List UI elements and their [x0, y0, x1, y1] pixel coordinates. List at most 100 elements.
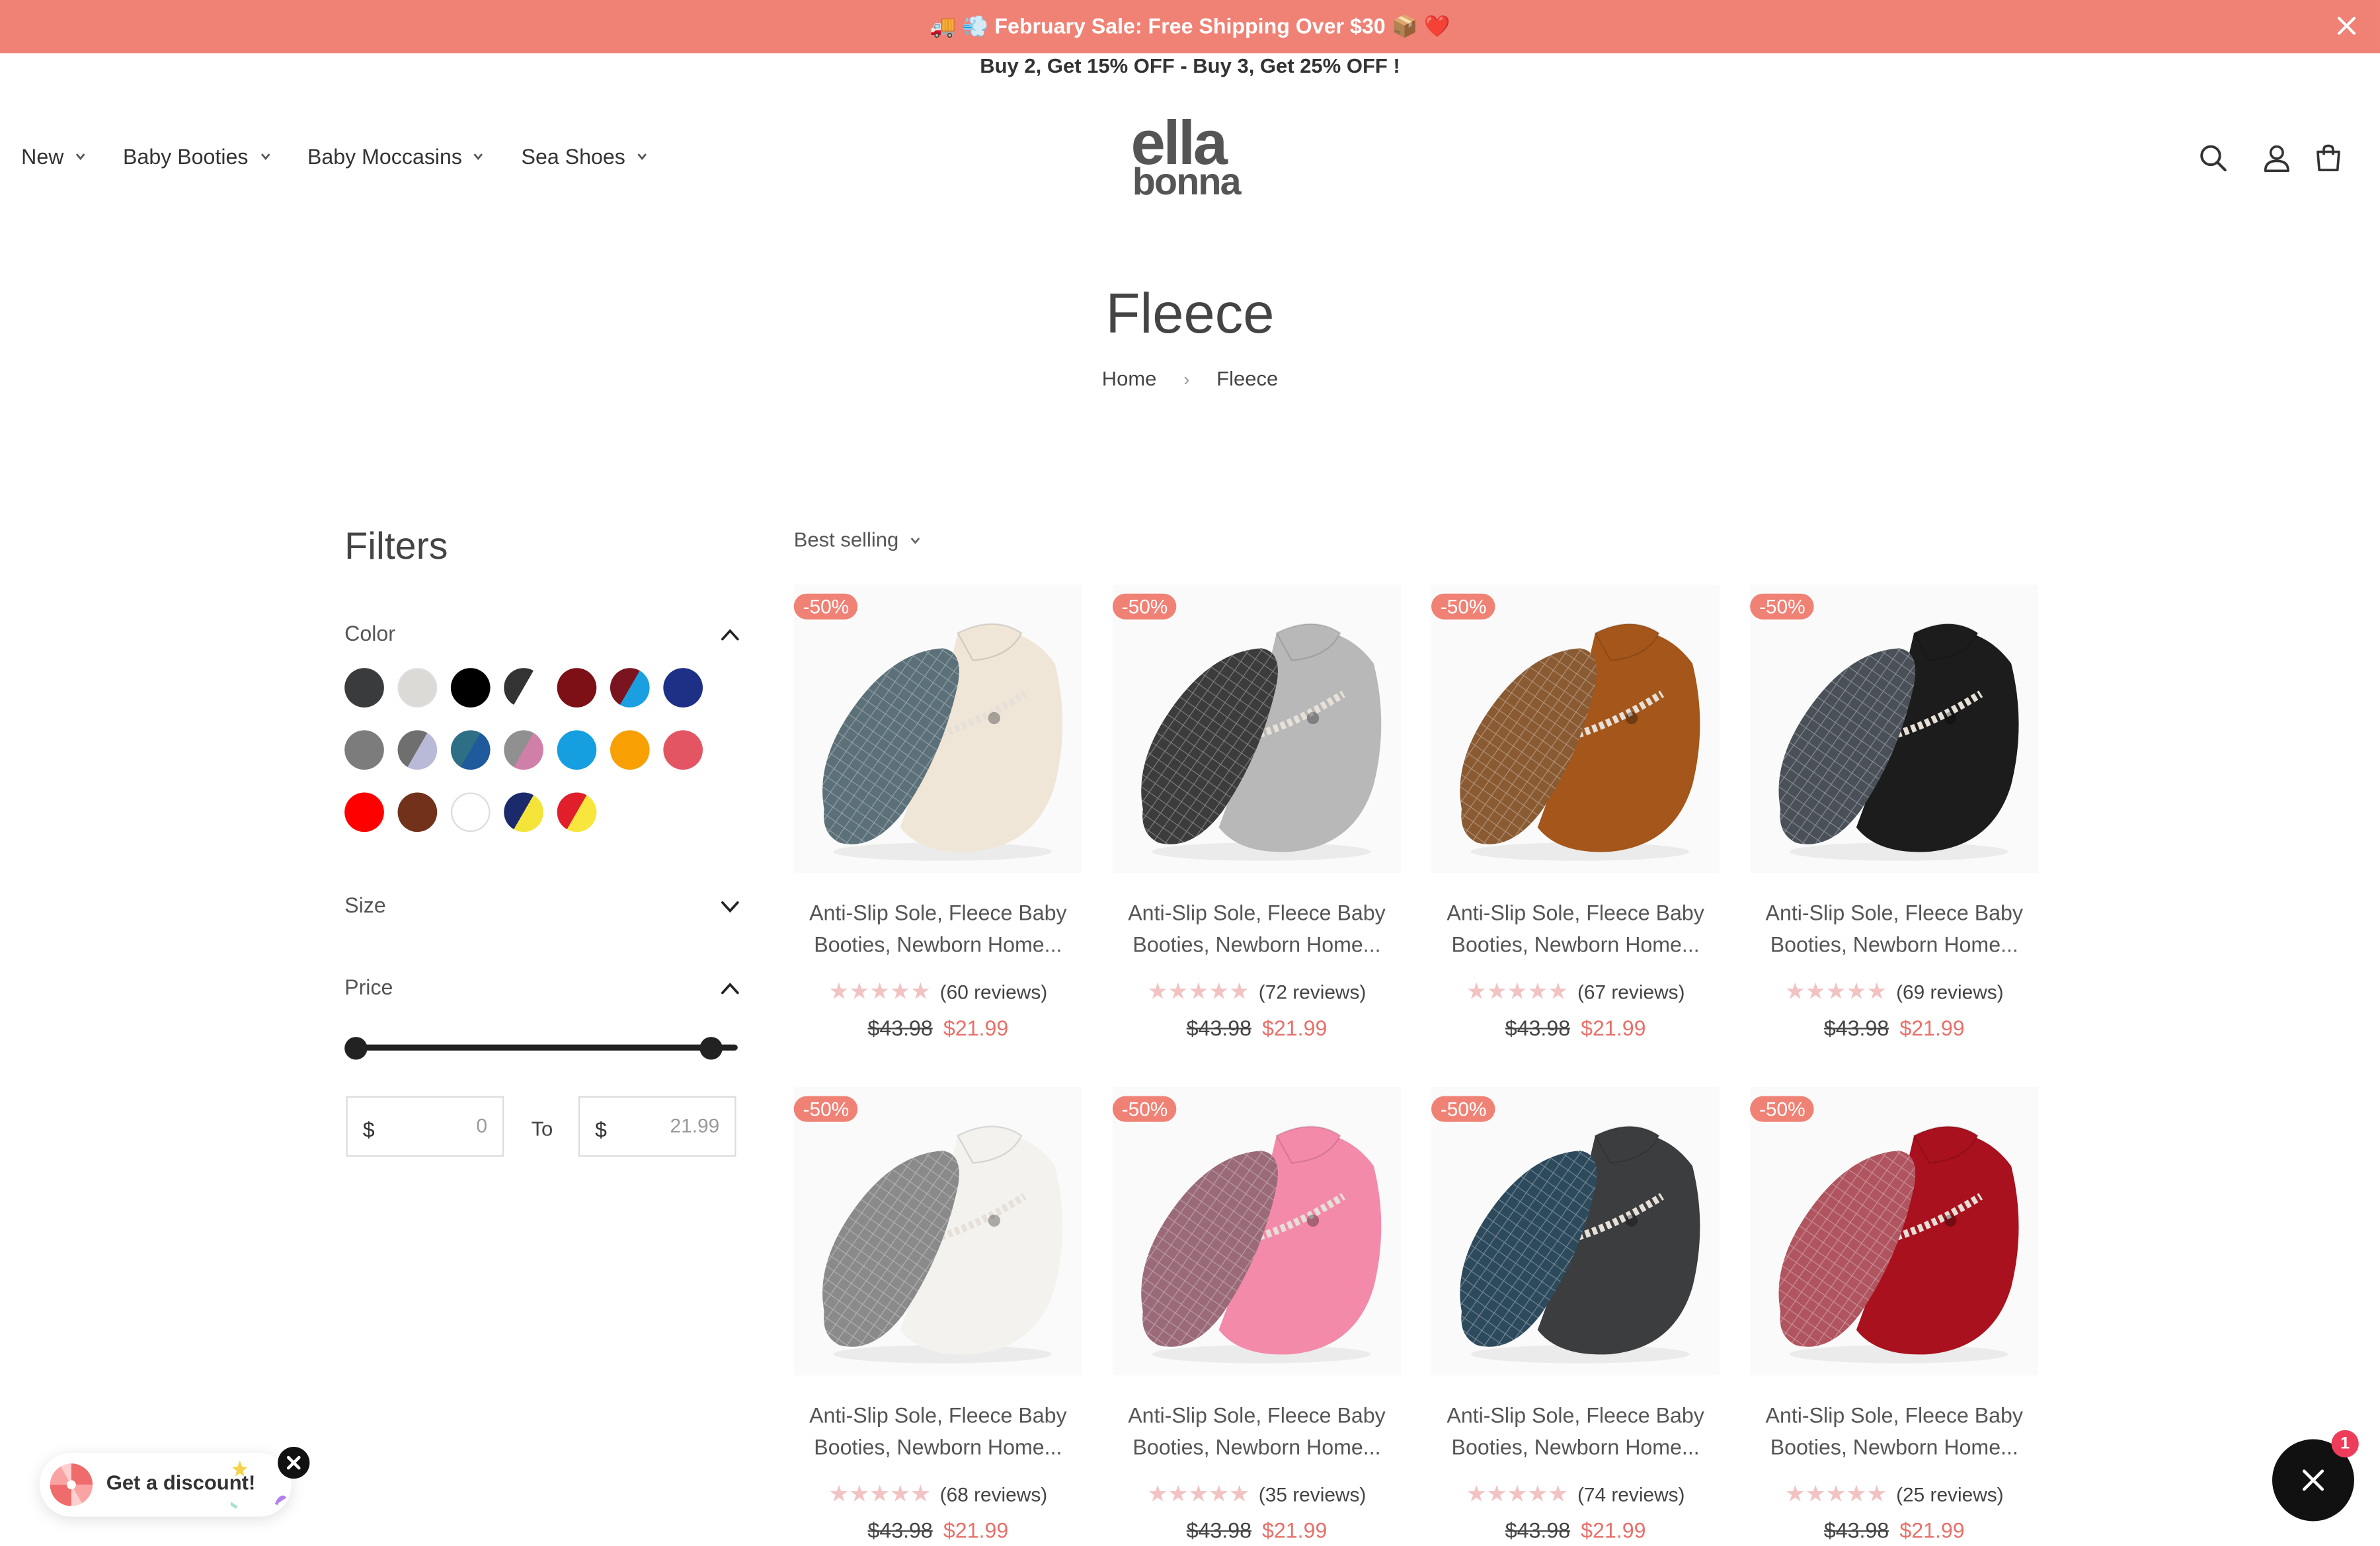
nav-item-baby-moccasins[interactable]: Baby Moccasins: [307, 144, 485, 169]
color-swatch-grey[interactable]: [344, 730, 384, 770]
chevron-down-icon: [910, 536, 920, 544]
sort-dropdown[interactable]: Best selling: [794, 528, 922, 551]
original-price: $43.98: [867, 1015, 933, 1040]
product-name-line2: Booties, Newborn Home...: [1770, 1434, 2018, 1459]
product-card[interactable]: -50% Anti-Slip Sole, Fleece Baby Booties, …: [793, 1086, 1082, 1546]
product-name[interactable]: Anti-Slip Sole, Fleece Baby Booties, Newb…: [794, 897, 1082, 961]
star-rating-icon: ★★★★★: [1466, 1481, 1569, 1508]
product-card[interactable]: -50% Anti-Slip Sole, Fleece Baby Booties, …: [1750, 1086, 2039, 1546]
bootie-illustration: [1460, 623, 1700, 861]
product-image[interactable]: [1431, 1086, 1720, 1376]
discount-badge: -50%: [1750, 1096, 1815, 1122]
page-title: Fleece: [1105, 282, 1275, 345]
star-rating-icon: ★★★★★: [828, 1481, 931, 1508]
color-swatch-grey-lilac[interactable]: [397, 730, 438, 770]
color-swatch-black-white[interactable]: [504, 668, 543, 708]
color-filter-label[interactable]: Color: [344, 621, 395, 645]
price-to-input[interactable]: $ 21.99: [578, 1096, 736, 1157]
color-swatch-burgundy-blue[interactable]: [610, 668, 650, 708]
review-count: (74 reviews): [1577, 1482, 1685, 1506]
sale-price: $21.99: [1262, 1518, 1328, 1543]
breadcrumb-home[interactable]: Home: [1102, 368, 1157, 390]
announcement-bar: 🚚 💨 February Sale: Free Shipping Over $3…: [0, 0, 2380, 54]
nav-item-baby-booties[interactable]: Baby Booties: [123, 144, 271, 169]
product-card[interactable]: -50% Anti-Slip Sole, Fleece Baby Booties, …: [1431, 584, 1720, 1055]
original-price: $43.98: [1186, 1518, 1251, 1543]
color-swatch-navy[interactable]: [663, 668, 703, 708]
color-swatch-pink-grey[interactable]: [504, 730, 543, 770]
bootie-illustration: [822, 623, 1063, 861]
sale-price: $21.99: [1262, 1015, 1328, 1040]
product-card[interactable]: -50% Anti-Slip Sole, Fleece Baby Booties, …: [793, 584, 1082, 1055]
product-image[interactable]: [1431, 584, 1720, 874]
cart-icon[interactable]: [2313, 143, 2344, 173]
review-count: (69 reviews): [1896, 980, 2004, 1003]
color-swatch-sky-blue[interactable]: [557, 730, 597, 770]
breadcrumb-separator: ›: [1183, 368, 1190, 391]
close-icon[interactable]: [2334, 14, 2359, 38]
color-swatch-orange[interactable]: [610, 730, 650, 770]
color-swatch-charcoal[interactable]: [344, 668, 384, 708]
color-swatch-coral[interactable]: [663, 730, 703, 770]
logo[interactable]: ella bonna: [1129, 112, 1257, 204]
product-image[interactable]: [793, 1086, 1082, 1376]
product-name[interactable]: Anti-Slip Sole, Fleece Baby Booties, Newb…: [1113, 1400, 1401, 1463]
chevron-down-icon[interactable]: [719, 896, 740, 917]
chevron-up-icon[interactable]: [719, 624, 740, 645]
price-filter-label[interactable]: Price: [344, 975, 393, 999]
nav-item-sea-shoes[interactable]: Sea Shoes: [522, 144, 649, 169]
product-image[interactable]: [1750, 584, 2039, 874]
color-swatch-red-yellow[interactable]: [557, 792, 597, 833]
nav-item-new[interactable]: New: [21, 144, 87, 169]
product-name[interactable]: Anti-Slip Sole, Fleece Baby Booties, Newb…: [1431, 1400, 1720, 1463]
chevron-up-icon[interactable]: [719, 978, 740, 999]
product-name-line2: Booties, Newborn Home...: [1451, 1434, 1700, 1459]
product-image[interactable]: [793, 584, 1082, 874]
product-name[interactable]: Anti-Slip Sole, Fleece Baby Booties, Newb…: [1113, 897, 1401, 961]
size-filter-label[interactable]: Size: [344, 893, 386, 917]
promo-text: Buy 2, Get 15% OFF - Buy 3, Get 25% OFF …: [980, 54, 1400, 78]
color-swatch-black[interactable]: [450, 668, 491, 708]
product-name-line1: Anti-Slip Sole, Fleece Baby: [809, 1403, 1067, 1428]
sort-label: Best selling: [793, 528, 899, 551]
price-range-max-handle[interactable]: [699, 1037, 723, 1060]
color-swatch-teal-blue[interactable]: [450, 730, 491, 770]
price-from-input[interactable]: $ 0: [346, 1096, 504, 1157]
color-swatch-navy-yellow[interactable]: [504, 792, 543, 833]
original-price: $43.98: [1186, 1015, 1251, 1040]
product-card[interactable]: -50% Anti-Slip Sole, Fleece Baby Booties, …: [1750, 584, 2039, 1055]
product-price: $43.98 $21.99: [794, 1016, 1082, 1040]
color-swatch-white[interactable]: [450, 792, 491, 833]
discount-badge: -50%: [793, 593, 859, 620]
chevron-down-icon: [75, 153, 85, 161]
bootie-illustration: [1460, 1125, 1700, 1363]
product-card[interactable]: -50% Anti-Slip Sole, Fleece Baby Booties, …: [1431, 1086, 1720, 1546]
discount-badge: -50%: [1431, 593, 1496, 620]
price-to-value: 21.99: [670, 1114, 720, 1137]
product-name[interactable]: Anti-Slip Sole, Fleece Baby Booties, Newb…: [1750, 897, 2038, 961]
product-name[interactable]: Anti-Slip Sole, Fleece Baby Booties, Newb…: [794, 1400, 1082, 1463]
discount-widget[interactable]: Get a discount!: [39, 1453, 292, 1517]
product-image[interactable]: [1112, 1086, 1402, 1376]
product-image[interactable]: [1750, 1086, 2039, 1376]
color-swatch-red[interactable]: [344, 792, 384, 833]
sale-price: $21.99: [1899, 1518, 1965, 1543]
product-card[interactable]: -50% Anti-Slip Sole, Fleece Baby Booties, …: [1112, 1086, 1402, 1546]
account-icon[interactable]: [2262, 143, 2292, 173]
color-swatch-burgundy[interactable]: [557, 668, 597, 708]
search-icon[interactable]: [2198, 143, 2228, 173]
discount-close-button[interactable]: [278, 1446, 310, 1479]
chat-notification-badge: 1: [2331, 1430, 2359, 1458]
logo-line2: bonna: [1132, 161, 1242, 204]
product-name[interactable]: Anti-Slip Sole, Fleece Baby Booties, Newb…: [1750, 1400, 2038, 1463]
color-swatch-light-grey[interactable]: [397, 668, 438, 708]
product-card[interactable]: -50% Anti-Slip Sole, Fleece Baby Booties, …: [1112, 584, 1402, 1055]
product-rating: ★★★★★ (72 reviews): [1113, 978, 1401, 1005]
product-image[interactable]: [1112, 584, 1402, 874]
color-swatch-brown[interactable]: [397, 792, 438, 833]
product-name[interactable]: Anti-Slip Sole, Fleece Baby Booties, Newb…: [1431, 897, 1720, 961]
price-range-min-handle[interactable]: [344, 1037, 368, 1060]
bootie-illustration: [1778, 623, 2019, 861]
price-range-track[interactable]: [355, 1044, 738, 1051]
review-count: (72 reviews): [1258, 980, 1367, 1003]
